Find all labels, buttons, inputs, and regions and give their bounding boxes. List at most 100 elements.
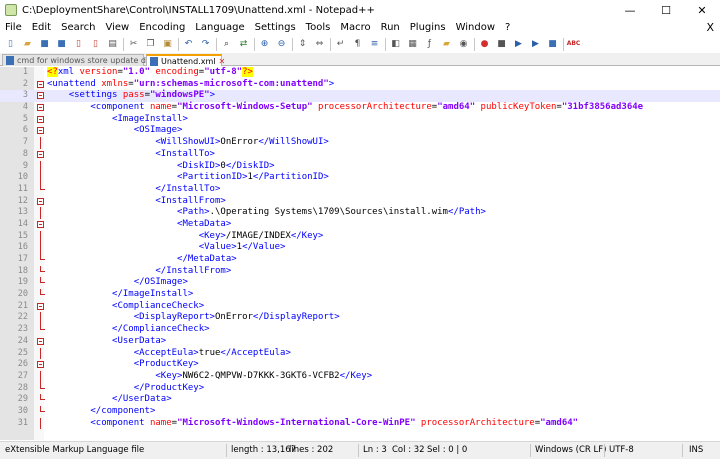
menu-help[interactable]: ? <box>500 20 515 36</box>
cut-button[interactable]: ✂ <box>127 38 140 51</box>
menu-window[interactable]: Window <box>451 20 500 36</box>
code-line[interactable]: 1 <?xml version="1.0" encoding="utf-8"?> <box>0 67 720 79</box>
folder-workspace-button[interactable]: ▰ <box>440 38 453 51</box>
menu-macro[interactable]: Macro <box>335 20 375 36</box>
menu-plugins[interactable]: Plugins <box>405 20 451 36</box>
stop-record-button[interactable]: ■ <box>495 38 508 51</box>
code-line[interactable]: 24 <UserData> <box>0 336 720 348</box>
sync-horizontal-button[interactable]: ⇔ <box>313 38 326 51</box>
code-line[interactable]: 18 </InstallFrom> <box>0 265 720 278</box>
menu-encoding[interactable]: Encoding <box>134 20 190 36</box>
fold-toggle-icon[interactable] <box>37 115 44 123</box>
fold-toggle-icon[interactable] <box>37 197 44 205</box>
redo-button[interactable]: ↷ <box>199 38 212 51</box>
status-eol[interactable]: Windows (CR LF) <box>532 442 606 459</box>
fold-toggle-icon[interactable] <box>37 104 44 112</box>
spell-check-button[interactable]: ABC <box>567 38 581 51</box>
find-button[interactable]: ⌕ <box>220 38 233 51</box>
menu-file[interactable]: File <box>0 20 27 36</box>
open-file-button[interactable]: ▰ <box>21 38 34 51</box>
fold-toggle-icon[interactable] <box>37 361 44 369</box>
tab-unattend-xml[interactable]: Unattend.xml ✕ <box>146 54 225 66</box>
show-all-chars-button[interactable]: ¶ <box>351 38 364 51</box>
code-line[interactable]: 7 <WillShowUI>OnError</WillShowUI> <box>0 137 720 149</box>
menu-tools[interactable]: Tools <box>301 20 336 36</box>
code-line[interactable]: 19 </OSImage> <box>0 277 720 289</box>
code-line[interactable]: 30 </component> <box>0 405 720 418</box>
editor-area[interactable]: 1 <?xml version="1.0" encoding="utf-8"?> 2… <box>0 67 720 440</box>
code-line[interactable]: 13 <Path>.\Operating Systems\1709\Source… <box>0 207 720 219</box>
menu-search[interactable]: Search <box>56 20 100 36</box>
menu-settings[interactable]: Settings <box>250 20 301 36</box>
maximize-button[interactable]: ☐ <box>648 0 684 20</box>
code-line[interactable]: 22 <DisplayReport>OnError</DisplayReport… <box>0 312 720 325</box>
code-line[interactable]: 20 </ImageInstall> <box>0 289 720 301</box>
undo-button[interactable]: ↶ <box>182 38 195 51</box>
fold-toggle-icon[interactable] <box>37 220 44 228</box>
close-all-button[interactable]: ▯ <box>89 38 102 51</box>
save-macro-button[interactable]: ■ <box>546 38 559 51</box>
function-list-button[interactable]: ƒ <box>423 38 436 51</box>
replace-button[interactable]: ⇄ <box>237 38 250 51</box>
code-line[interactable]: 10 <PartitionID>1</PartitionID> <box>0 172 720 184</box>
menu-language[interactable]: Language <box>190 20 249 36</box>
fold-toggle-icon[interactable] <box>37 80 44 88</box>
fold-toggle-icon[interactable] <box>37 127 44 135</box>
code-line[interactable]: 12 <InstallFrom> <box>0 196 720 208</box>
code-line[interactable]: 9 <DiskID>0</DiskID> <box>0 160 720 173</box>
code-line[interactable]: 11 </InstallTo> <box>0 183 720 196</box>
code-line[interactable]: 4 <component name="Microsoft-Windows-Set… <box>0 102 720 114</box>
code-line[interactable]: 31 <component name="Microsoft-Windows-In… <box>0 417 720 430</box>
code-line[interactable]: 14 <MetaData> <box>0 219 720 231</box>
menu-edit[interactable]: Edit <box>27 20 56 36</box>
tab-close-icon[interactable]: ✕ <box>218 57 225 66</box>
menu-run[interactable]: Run <box>376 20 405 36</box>
indent-guide-button[interactable]: ≡ <box>368 38 381 51</box>
code-line[interactable]: 15 <Key>/IMAGE/INDEX</Key> <box>0 230 720 243</box>
sync-vertical-icon: ⇕ <box>298 38 307 49</box>
fold-toggle-icon[interactable] <box>37 92 44 100</box>
fold-toggle-icon[interactable] <box>37 150 44 158</box>
zoom-in-button[interactable]: ⊕ <box>258 38 271 51</box>
close-button[interactable]: ▯ <box>72 38 85 51</box>
sync-vertical-button[interactable]: ⇕ <box>296 38 309 51</box>
word-wrap-button[interactable]: ↵ <box>334 38 347 51</box>
close-document-button[interactable]: X <box>706 20 714 36</box>
copy-button[interactable]: ❐ <box>144 38 157 51</box>
code-text: <DiskID>0</DiskID> <box>47 161 275 173</box>
code-line[interactable]: 21 <ComplianceCheck> <box>0 301 720 313</box>
save-all-button[interactable]: ■ <box>55 38 68 51</box>
menu-view[interactable]: View <box>100 20 134 36</box>
code-line[interactable]: 17 </MetaData> <box>0 254 720 266</box>
record-macro-button[interactable]: ● <box>478 38 491 51</box>
save-button[interactable]: ■ <box>38 38 51 51</box>
code-line[interactable]: 6 <OSImage> <box>0 125 720 137</box>
fold-toggle-icon[interactable] <box>37 302 44 310</box>
minimize-button[interactable]: — <box>612 0 648 20</box>
zoom-out-button[interactable]: ⊖ <box>275 38 288 51</box>
code-line[interactable]: 5 <ImageInstall> <box>0 114 720 126</box>
tab-cmd-txt[interactable]: cmd for windows store update disable.txt <box>2 54 183 66</box>
play-macro-button[interactable]: ▶ <box>512 38 525 51</box>
status-encoding[interactable]: UTF-8 <box>606 442 634 459</box>
close-window-button[interactable]: ✕ <box>684 0 720 20</box>
code-line[interactable]: 26 <ProductKey> <box>0 359 720 371</box>
print-button[interactable]: ▤ <box>106 38 119 51</box>
run-macro-multiple-button[interactable]: ▶ <box>529 38 542 51</box>
code-line[interactable]: 25 <AcceptEula>true</AcceptEula> <box>0 347 720 360</box>
code-line[interactable]: 29 </UserData> <box>0 394 720 406</box>
fold-toggle-icon[interactable] <box>37 337 44 345</box>
monitoring-button[interactable]: ◉ <box>457 38 470 51</box>
status-insert-mode[interactable]: INS <box>686 442 703 459</box>
code-line[interactable]: 3 <settings pass="windowsPE"> <box>0 90 720 103</box>
code-line[interactable]: 23 </ComplianceCheck> <box>0 324 720 336</box>
code-line[interactable]: 16 <Value>1</Value> <box>0 242 720 254</box>
code-line[interactable]: 28 </ProductKey> <box>0 382 720 395</box>
paste-button[interactable]: ▣ <box>161 38 174 51</box>
user-language-button[interactable]: ◧ <box>389 38 402 51</box>
code-line[interactable]: 8 <InstallTo> <box>0 149 720 161</box>
new-file-button[interactable]: ▯ <box>4 38 17 51</box>
code-line[interactable]: 2 <unattend xmlns="urn:schemas-microsoft-… <box>0 79 720 91</box>
doc-map-button[interactable]: ▦ <box>406 38 419 51</box>
code-line[interactable]: 27 <Key>NW6C2-QMPVW-D7KKK-3GKT6-VCFB2</K… <box>0 370 720 383</box>
